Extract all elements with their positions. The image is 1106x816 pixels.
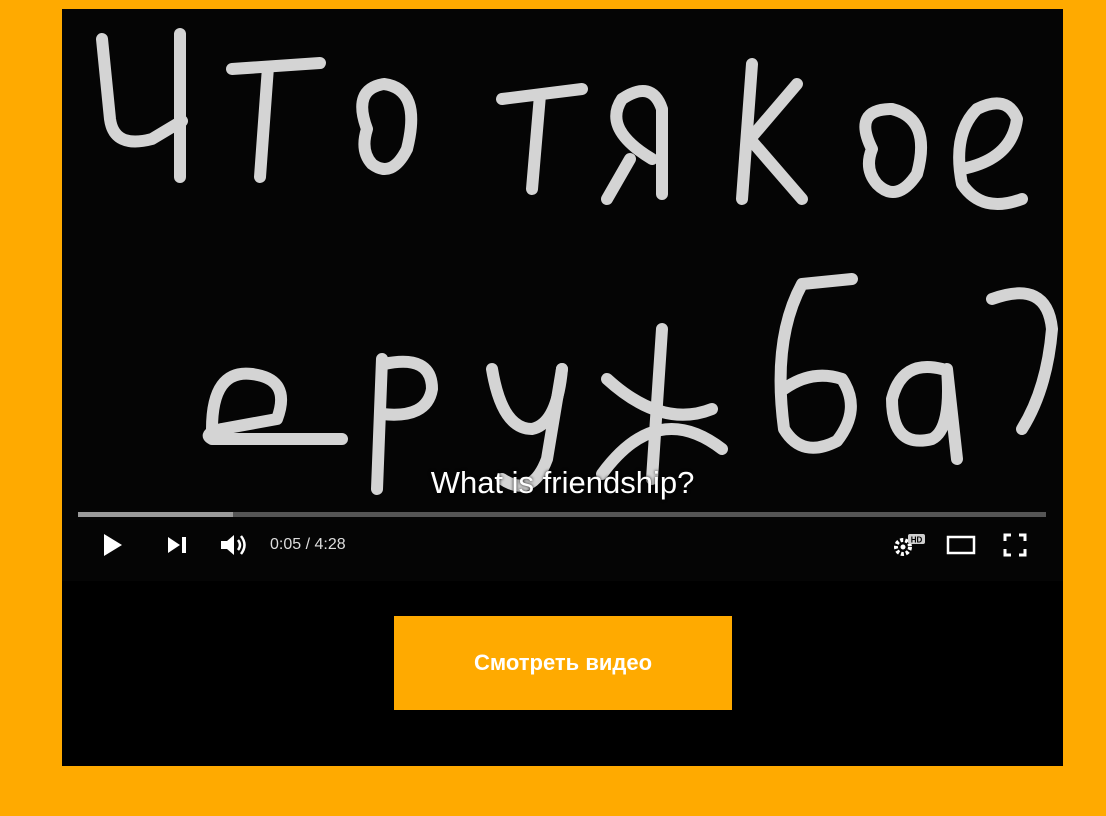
play-button[interactable] — [98, 529, 128, 561]
video-card: What is friendship? 0:05 / 4:28 HD Смотр… — [62, 9, 1063, 766]
hd-badge: HD — [911, 536, 923, 545]
settings-icon: HD — [894, 534, 925, 556]
settings-button[interactable]: HD — [888, 529, 928, 561]
time-display: 0:05 / 4:28 — [270, 536, 346, 553]
video-player[interactable]: What is friendship? 0:05 / 4:28 HD — [62, 9, 1063, 581]
volume-button[interactable] — [218, 529, 250, 561]
fullscreen-button[interactable] — [998, 529, 1032, 561]
fullscreen-icon — [1003, 533, 1027, 557]
subtitle-text: What is friendship? — [430, 465, 695, 500]
play-icon — [104, 534, 122, 556]
watch-video-button[interactable]: Смотреть видео — [394, 616, 732, 710]
volume-icon — [221, 535, 246, 555]
progress-played — [78, 512, 233, 517]
theater-mode-button[interactable] — [944, 529, 978, 561]
theater-mode-icon — [946, 535, 976, 555]
next-button[interactable] — [162, 529, 192, 561]
progress-bar[interactable] — [78, 512, 1046, 517]
next-icon — [168, 537, 186, 553]
